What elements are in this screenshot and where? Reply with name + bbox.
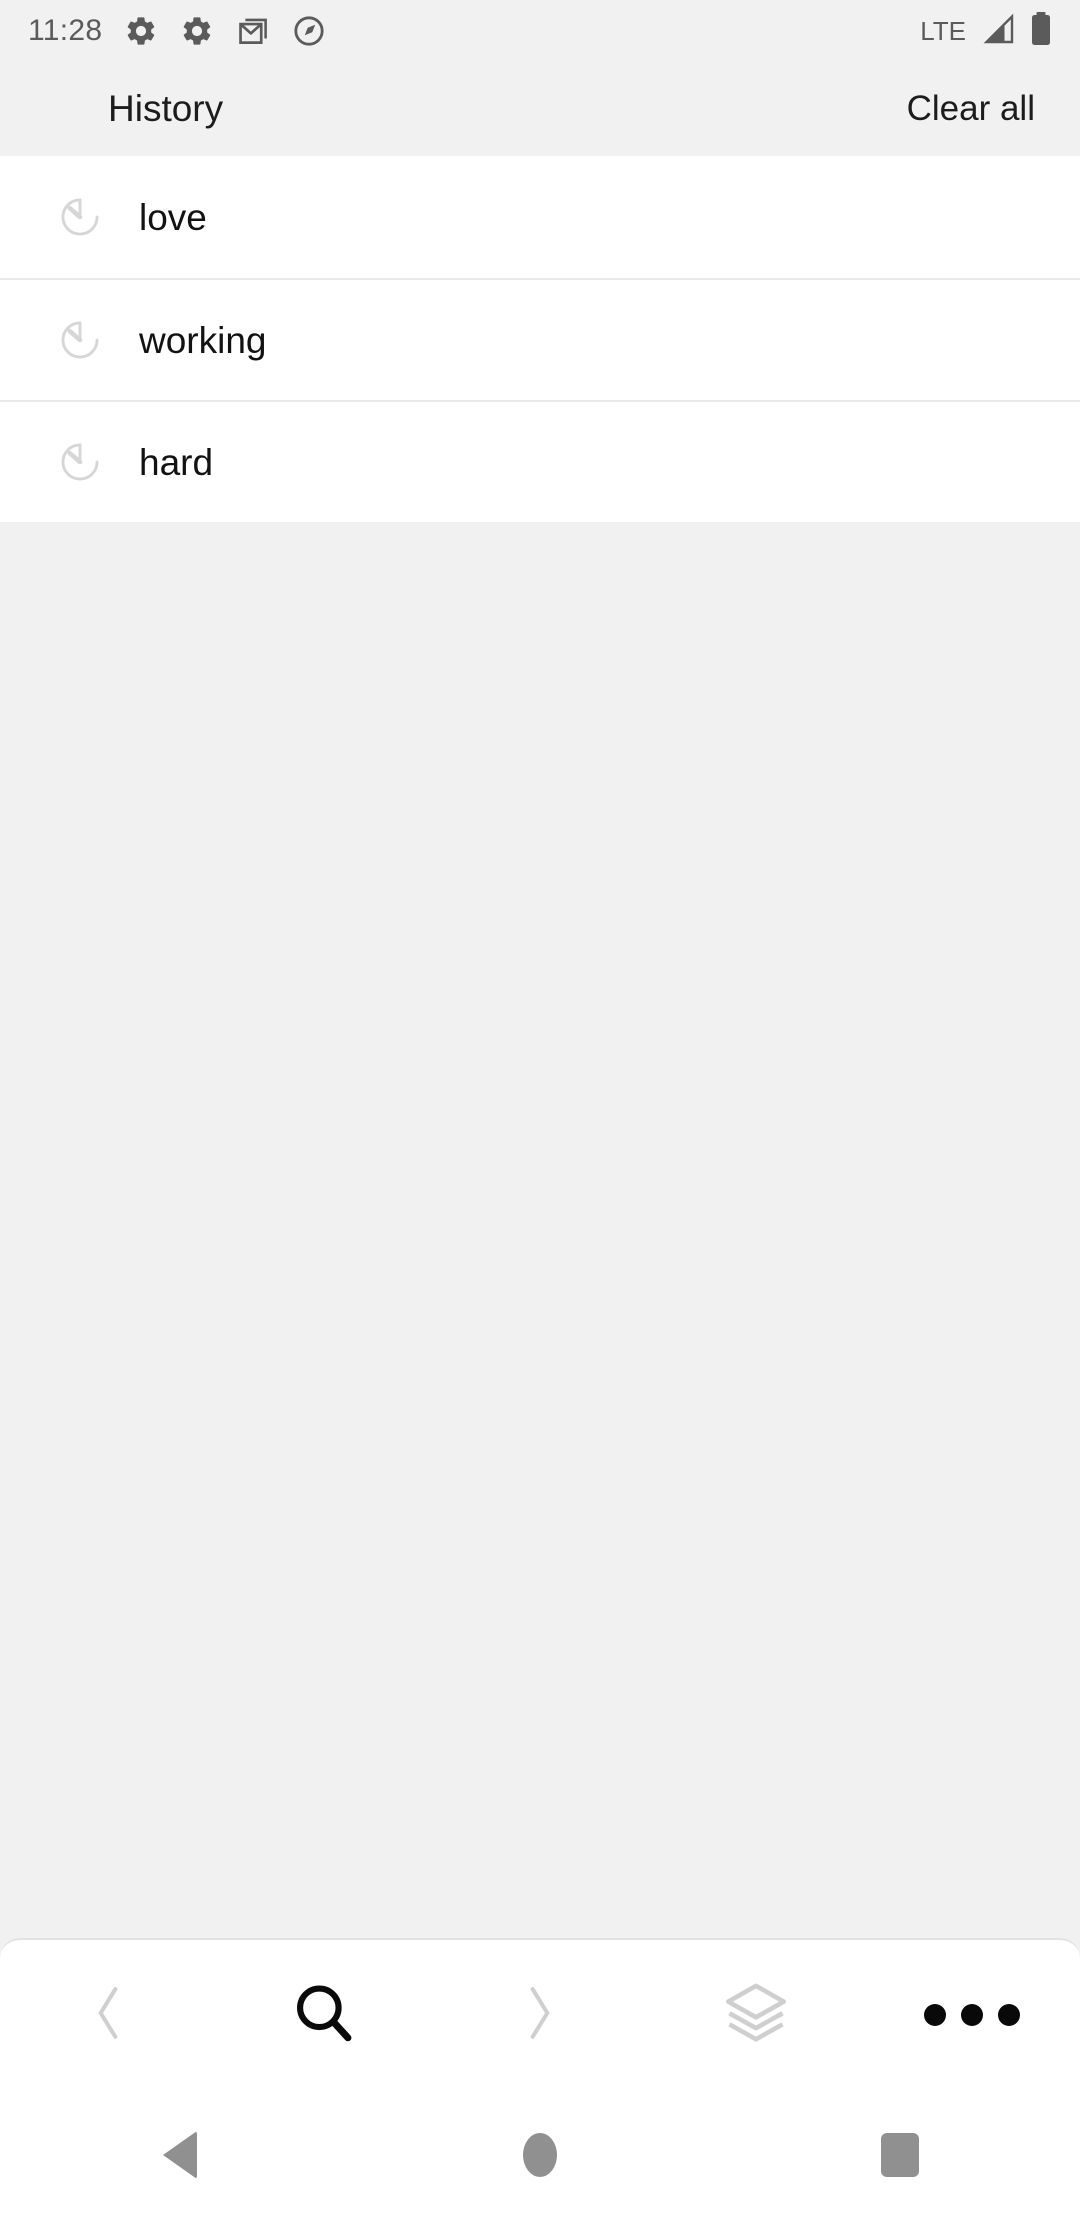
back-chevron-icon xyxy=(86,1980,130,2051)
network-type-label: LTE xyxy=(920,16,966,46)
history-list-item[interactable]: working xyxy=(0,278,1080,400)
history-list: love working hard xyxy=(0,156,1080,522)
browser-bottom-toolbar xyxy=(0,1938,1080,2090)
search-icon xyxy=(289,1978,359,2053)
clear-all-button[interactable]: Clear all xyxy=(907,89,1080,129)
status-bar-clock: 11:28 xyxy=(28,14,103,47)
android-back-button[interactable] xyxy=(0,2090,360,2220)
history-clock-icon xyxy=(56,316,104,364)
history-header-bar: History Clear all xyxy=(0,62,1080,156)
status-bar-left-group: 11:28 xyxy=(0,14,326,48)
forward-button[interactable] xyxy=(432,1939,648,2091)
history-clock-icon xyxy=(56,193,104,241)
signal-strength-icon xyxy=(980,13,1016,50)
status-bar-right-group: LTE xyxy=(920,0,1052,62)
compass-navigation-icon xyxy=(292,14,326,48)
android-home-circle-icon xyxy=(523,2133,557,2177)
gmail-icon xyxy=(236,14,270,48)
history-item-label: hard xyxy=(139,441,214,483)
phone-screen: 11:28 LTE History Clear all love working… xyxy=(0,0,1080,2220)
menu-dot xyxy=(961,2004,983,2026)
back-button[interactable] xyxy=(0,1939,216,2091)
menu-dot xyxy=(924,2004,946,2026)
history-item-label: working xyxy=(139,319,267,361)
menu-dot xyxy=(998,2004,1020,2026)
battery-full-icon xyxy=(1030,11,1052,52)
search-button[interactable] xyxy=(216,1939,432,2091)
android-back-triangle-icon xyxy=(163,2131,197,2179)
status-bar: 11:28 LTE xyxy=(0,0,1080,62)
android-recents-button[interactable] xyxy=(720,2090,1080,2220)
history-list-item[interactable]: love xyxy=(0,156,1080,278)
more-options-button[interactable] xyxy=(864,1939,1080,2091)
settings-gear-icon xyxy=(180,14,214,48)
settings-gear-icon xyxy=(124,14,158,48)
android-recents-square-icon xyxy=(881,2133,919,2177)
android-home-button[interactable] xyxy=(360,2090,720,2220)
tabs-button[interactable] xyxy=(648,1939,864,2091)
forward-chevron-icon xyxy=(518,1980,562,2051)
history-clock-icon xyxy=(56,438,104,486)
android-navigation-bar xyxy=(0,2090,1080,2220)
page-title: History xyxy=(108,88,224,129)
tabs-layers-icon xyxy=(719,1976,793,2055)
more-options-icon xyxy=(924,2004,1020,2026)
history-list-item[interactable]: hard xyxy=(0,400,1080,522)
empty-content-area xyxy=(0,585,1080,1938)
history-item-label: love xyxy=(139,196,207,238)
